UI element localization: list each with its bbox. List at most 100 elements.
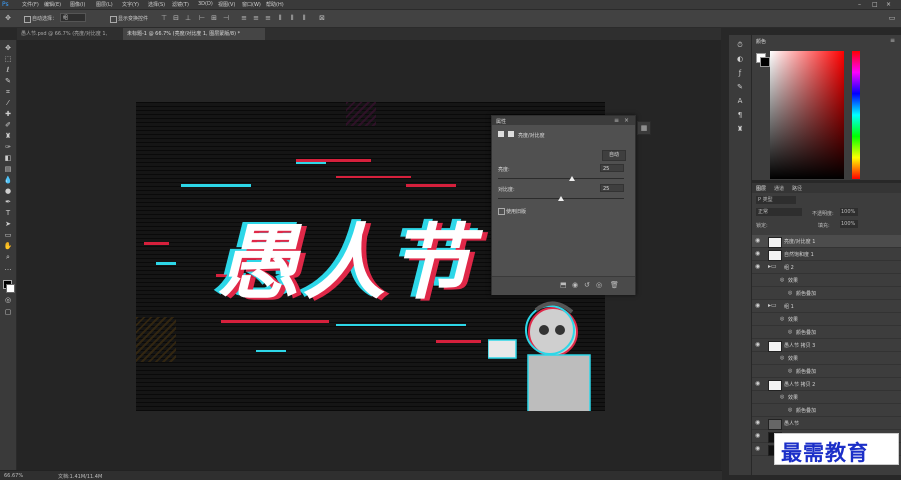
clip-to-layer-icon[interactable]: ⬒ [560, 281, 567, 289]
layer-row[interactable]: ◉ 愚人节 [752, 417, 901, 430]
visibility-eye-icon[interactable]: ◉ [755, 433, 762, 439]
brightness-slider-thumb[interactable] [568, 176, 575, 181]
visibility-eye-icon[interactable] [755, 329, 762, 335]
quick-select-icon[interactable]: ✎ [3, 77, 13, 86]
zoom-icon[interactable]: ⌕ [3, 253, 13, 262]
eraser-icon[interactable]: ◧ [3, 154, 13, 163]
styles-icon[interactable]: ƒ [735, 69, 745, 78]
panel-menu-icon[interactable]: ≡ [614, 117, 619, 124]
menu-edit[interactable]: 编辑(E) [44, 1, 61, 8]
brightness-slider-track[interactable] [498, 178, 624, 179]
menu-help[interactable]: 帮助(H) [266, 1, 284, 8]
visibility-eye-icon[interactable] [755, 394, 762, 400]
align-hcenter-icon[interactable]: ⊞ [210, 14, 218, 22]
properties-collapsed-icon[interactable]: ▦ [637, 121, 651, 135]
tab-channels[interactable]: 通道 [774, 185, 784, 192]
menu-3d[interactable]: 3D(D) [198, 1, 213, 7]
tab-layers[interactable]: 图层 [756, 185, 766, 192]
gradient-icon[interactable]: ▤ [3, 165, 13, 174]
menu-image[interactable]: 图像(I) [70, 1, 85, 8]
background-swatch[interactable] [760, 57, 770, 67]
layer-row[interactable]: ◎ 颜色叠加 [752, 404, 901, 417]
panel-close-icon[interactable]: × [624, 117, 629, 124]
rectangle-icon[interactable]: ▭ [3, 231, 13, 240]
mask-icon[interactable] [508, 131, 514, 137]
layer-row[interactable]: ◉ 愚人节 拷贝 3 [752, 339, 901, 352]
screen-mode-icon[interactable]: ▢ [3, 308, 13, 317]
crop-icon[interactable]: ⌗ [3, 88, 13, 97]
auto-align-icon[interactable]: ⊠ [318, 14, 326, 22]
legacy-checkbox[interactable] [498, 208, 505, 215]
align-left-icon[interactable]: ⊢ [198, 14, 206, 22]
background-color-swatch[interactable] [6, 284, 15, 293]
tab-document-1[interactable]: 愚人节.psd @ 66.7% (亮度/对比度 1, RGB/8) [17, 28, 121, 49]
visibility-eye-icon[interactable] [755, 368, 762, 374]
path-select-icon[interactable]: ➤ [3, 220, 13, 229]
move-tool-icon[interactable]: ✥ [4, 14, 12, 22]
brushes-icon[interactable]: ✎ [735, 83, 745, 92]
visibility-eye-icon[interactable] [755, 355, 762, 361]
quick-mask-icon[interactable]: ◎ [3, 296, 13, 305]
menu-view[interactable]: 视图(V) [218, 1, 235, 8]
clone-stamp-icon[interactable]: ♜ [3, 132, 13, 141]
visibility-eye-icon[interactable] [755, 290, 762, 296]
layer-row[interactable]: ◉ ▸▭ 组 1 [752, 300, 901, 313]
align-top-icon[interactable]: ⊤ [160, 14, 168, 22]
transform-controls-checkbox[interactable] [110, 16, 117, 23]
visibility-eye-icon[interactable]: ◉ [755, 238, 762, 244]
paragraph-icon[interactable]: ¶ [735, 111, 745, 120]
visibility-eye-icon[interactable] [755, 316, 762, 322]
fill-input[interactable]: 100% [840, 220, 858, 228]
lasso-icon[interactable]: ℓ [3, 66, 13, 75]
move-icon[interactable]: ✥ [3, 44, 13, 53]
visibility-eye-icon[interactable]: ◉ [755, 251, 762, 257]
distribute-bottom-icon[interactable]: ≡ [264, 14, 272, 22]
clone-source-icon[interactable]: ♜ [735, 125, 745, 134]
close-icon[interactable]: × [886, 1, 891, 8]
contrast-input[interactable]: 25 [600, 184, 624, 192]
distribute-right-icon[interactable]: ⦀ [300, 14, 308, 22]
color-picker-field[interactable] [770, 51, 844, 179]
auto-select-dropdown[interactable]: 组 [60, 13, 86, 22]
distribute-hcenter-icon[interactable]: ⦀ [288, 14, 296, 22]
adjustments-icon[interactable]: ◐ [735, 55, 745, 64]
menu-layer[interactable]: 图层(L) [96, 1, 113, 8]
menu-file[interactable]: 文件(F) [22, 1, 39, 8]
visibility-eye-icon[interactable]: ◉ [755, 264, 762, 270]
history-icon[interactable]: ⏱ [735, 41, 745, 50]
eyedropper-icon[interactable]: ⁄ [3, 99, 13, 108]
healing-brush-icon[interactable]: ✚ [3, 110, 13, 119]
character-icon[interactable]: A [735, 97, 745, 106]
hue-slider[interactable] [852, 51, 860, 179]
auto-select-checkbox[interactable] [24, 16, 31, 23]
layer-row[interactable]: ◎ 颜色叠加 [752, 326, 901, 339]
auto-button[interactable]: 自动 [602, 150, 626, 161]
layer-row[interactable]: ◎ 效果 [752, 391, 901, 404]
layer-row[interactable]: ◎ 效果 [752, 313, 901, 326]
layer-row[interactable]: ◎ 效果 [752, 352, 901, 365]
layer-kind-filter[interactable]: P 类型 [756, 196, 796, 204]
layer-row[interactable]: ◉ 自然饱和度 1 [752, 248, 901, 261]
align-bottom-icon[interactable]: ⊥ [184, 14, 192, 22]
layer-row[interactable]: ◎ 颜色叠加 [752, 365, 901, 378]
workspace-icon[interactable]: ▭ [888, 14, 896, 22]
menu-type[interactable]: 文字(Y) [122, 1, 139, 8]
distribute-left-icon[interactable]: ⦀ [276, 14, 284, 22]
reset-icon[interactable]: ↺ [584, 281, 590, 289]
visibility-eye-icon[interactable]: ◉ [755, 342, 762, 348]
menu-window[interactable]: 窗口(W) [242, 1, 261, 8]
layer-row[interactable]: ◎ 效果 [752, 274, 901, 287]
tab-document-2[interactable]: 未标题-1 @ 66.7% (亮度/对比度 1, 图层蒙版/8) * [123, 28, 265, 40]
visibility-eye-icon[interactable] [755, 407, 762, 413]
more-tools-icon[interactable]: … [3, 264, 13, 273]
dodge-icon[interactable]: ● [3, 187, 13, 196]
zoom-level[interactable]: 66.67% [4, 473, 23, 479]
opacity-input[interactable]: 100% [840, 208, 858, 216]
brush-icon[interactable]: ✐ [3, 121, 13, 130]
brightness-input[interactable]: 25 [600, 164, 624, 172]
delete-adjustment-icon[interactable]: 🗑 [610, 281, 619, 289]
blend-mode-dropdown[interactable]: 正常 [756, 208, 802, 216]
menu-filter[interactable]: 滤镜(T) [172, 1, 189, 8]
layer-row[interactable]: ◎ 颜色叠加 [752, 287, 901, 300]
hand-icon[interactable]: ✋ [3, 242, 13, 251]
